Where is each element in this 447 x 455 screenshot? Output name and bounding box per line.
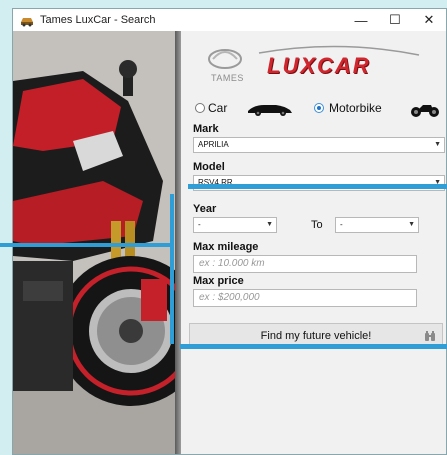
motorbike-icon	[411, 105, 439, 117]
logo-brand-text: LUXCAR	[267, 53, 371, 78]
year-from-select[interactable]: - ▼	[193, 217, 277, 233]
max-mileage-label: Max mileage	[193, 241, 259, 253]
vehicle-type-selector: Car Motorbike	[191, 101, 446, 119]
chevron-down-icon: ▼	[266, 221, 273, 228]
search-form: TAMES LUXCAR Car Motorbike Mark APRILIA …	[181, 31, 446, 454]
maximize-button[interactable]: ☐	[378, 9, 412, 31]
highlight-bar-vertical	[170, 194, 174, 344]
year-to-label: To	[311, 219, 323, 231]
year-to-select[interactable]: - ▼	[335, 217, 419, 233]
year-to-value: -	[340, 220, 343, 229]
motorbike-radio-label[interactable]: Motorbike	[329, 101, 382, 115]
logo-tames-text: TAMES	[211, 73, 244, 83]
mark-label: Mark	[193, 123, 219, 135]
max-price-input[interactable]: ex : $200,000	[193, 289, 417, 307]
max-mileage-input[interactable]: ex : 10.000 km	[193, 255, 417, 273]
max-price-label: Max price	[193, 275, 244, 287]
car-icon	[248, 105, 292, 116]
luxcar-logo: TAMES LUXCAR	[199, 41, 429, 91]
highlight-bar-left	[0, 243, 170, 247]
chevron-down-icon: ▼	[408, 221, 415, 228]
app-car-icon	[21, 18, 33, 27]
chevron-down-icon: ▼	[434, 141, 441, 148]
close-button[interactable]: ✕	[412, 9, 446, 31]
app-window: Tames LuxCar - Search — ☐ ✕ TAMES LUXCAR…	[12, 8, 447, 455]
find-vehicle-button-label: Find my future vehicle!	[260, 330, 372, 342]
car-radio-label[interactable]: Car	[208, 101, 227, 115]
minimize-button[interactable]: —	[344, 9, 378, 31]
motorbike-radio[interactable]	[314, 103, 324, 113]
highlight-bar-bottom	[180, 344, 447, 349]
title-bar: Tames LuxCar - Search — ☐ ✕	[13, 9, 446, 32]
binoculars-icon	[425, 331, 435, 341]
mark-select[interactable]: APRILIA ▼	[193, 137, 445, 153]
highlight-bar-top	[188, 184, 447, 189]
mark-select-value: APRILIA	[198, 140, 229, 149]
year-label: Year	[193, 203, 217, 215]
model-label: Model	[193, 161, 225, 173]
window-title: Tames LuxCar - Search	[40, 14, 156, 26]
year-from-value: -	[198, 220, 201, 229]
car-radio[interactable]	[195, 103, 205, 113]
